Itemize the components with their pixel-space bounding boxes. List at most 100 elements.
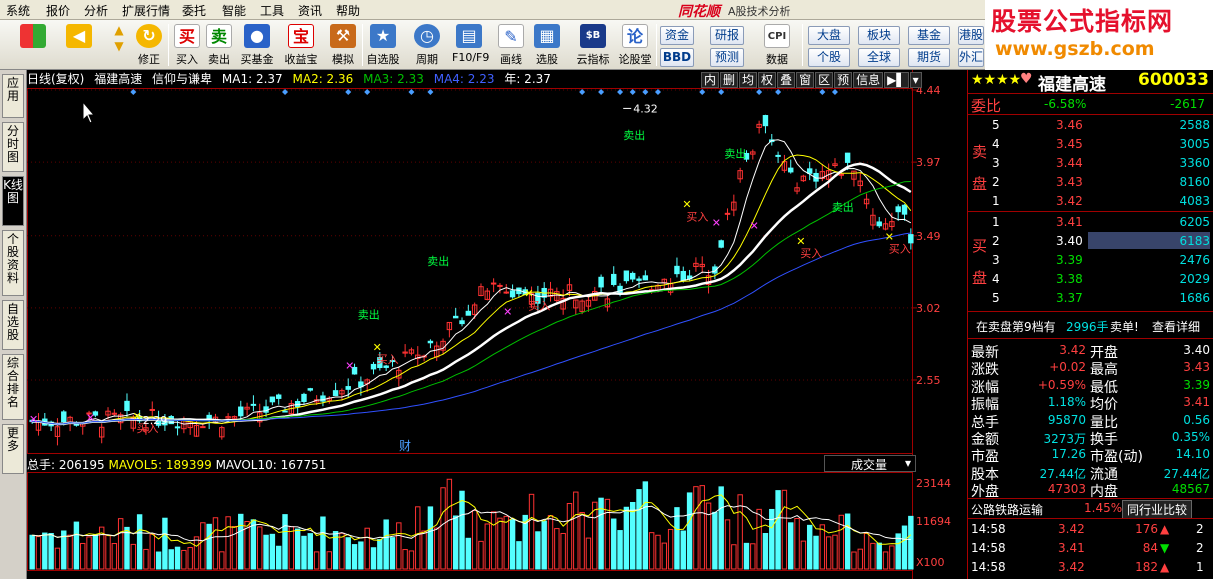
- volume-bar: [421, 530, 427, 570]
- tab-intraday[interactable]: 分时图: [2, 122, 24, 172]
- watchlist-label: 自选股: [366, 53, 400, 66]
- tab-apps[interactable]: 应用: [2, 74, 24, 118]
- event-diamond-icon: [699, 89, 706, 95]
- buy-button[interactable]: 买 买入: [170, 22, 204, 68]
- sell-button[interactable]: 卖 卖出: [202, 22, 236, 68]
- volume-bar: [358, 541, 364, 570]
- menu-tools[interactable]: 工具: [260, 2, 284, 19]
- market-button[interactable]: 大盘: [808, 26, 850, 45]
- volume-bar: [667, 528, 674, 570]
- stat-value: 3.42: [1059, 343, 1086, 357]
- tab-watchlist[interactable]: 自选股: [2, 300, 24, 350]
- volume-bar: [174, 546, 181, 570]
- menu-news[interactable]: 资讯: [298, 2, 322, 19]
- f10-button[interactable]: ▤ F10/F9: [452, 22, 489, 68]
- layout-button[interactable]: [16, 22, 50, 68]
- draw-line-button[interactable]: ✎ 画线: [494, 22, 528, 68]
- volume-bar: [67, 534, 73, 570]
- ctrl-rights[interactable]: 权: [758, 72, 777, 88]
- ctrl-info[interactable]: 信息: [853, 72, 884, 88]
- candle-body: [459, 320, 465, 325]
- menu-analysis[interactable]: 分析: [84, 2, 108, 19]
- industry-name[interactable]: 公路铁路运输: [971, 501, 1043, 518]
- up-down-button[interactable]: ▲ ▼: [102, 22, 136, 68]
- stock-picker-button[interactable]: ▦ 选股: [530, 22, 564, 68]
- stocks-button[interactable]: 个股: [808, 48, 850, 67]
- sector-button[interactable]: 板块: [858, 26, 900, 45]
- ctrl-expand-icon[interactable]: ▶▌: [884, 72, 909, 88]
- kline-canvas[interactable]: 4.443.973.493.022.552314411694X100卖出卖出卖出…: [27, 70, 967, 579]
- forum-label: 论股堂: [618, 53, 652, 66]
- year-label: 年: 2.37: [504, 72, 551, 86]
- yield-treasure-button[interactable]: 宝 收益宝: [284, 22, 318, 68]
- ask-volume: 8160: [1179, 175, 1210, 189]
- volume-bar: [870, 542, 876, 570]
- volume-bar: [882, 551, 889, 570]
- menu-trade[interactable]: 委托: [182, 2, 206, 19]
- menu-quote[interactable]: 报价: [46, 2, 70, 19]
- ctrl-forecast[interactable]: 预: [834, 72, 853, 88]
- bbd-button[interactable]: BBD: [660, 48, 694, 67]
- heart-icon[interactable]: ♥: [1020, 71, 1033, 87]
- period-button[interactable]: ◷ 周期: [410, 22, 444, 68]
- volume-indicator-select[interactable]: 成交量 ▾: [824, 455, 916, 472]
- tab-stock-profile[interactable]: 个股资料: [2, 230, 24, 296]
- stat-value: 3.43: [1183, 360, 1210, 375]
- volume-bar: [617, 530, 623, 570]
- banner-title: 股票公式指标网: [991, 7, 1174, 36]
- futures-button[interactable]: 期货: [908, 48, 950, 67]
- mavol10-label: MAVOL10: 167751: [215, 458, 327, 472]
- ask-level-number: 4: [992, 137, 1000, 151]
- hk-stock-button[interactable]: 港股: [958, 26, 984, 45]
- tab-ranking[interactable]: 综合排名: [2, 354, 24, 420]
- bid-volume: 2029: [1179, 272, 1210, 286]
- funds-button[interactable]: 资金: [660, 26, 694, 45]
- menu-system[interactable]: 系统: [6, 2, 30, 19]
- research-button[interactable]: 研报: [710, 26, 744, 45]
- magenta-marker-icon: ✕: [345, 359, 354, 372]
- ctrl-window[interactable]: 窗: [796, 72, 815, 88]
- volume-bar: [263, 534, 269, 570]
- industry-compare-button[interactable]: 同行业比较: [1122, 500, 1193, 519]
- watchlist-button[interactable]: ★ 自选股: [366, 22, 400, 68]
- ctrl-overlay[interactable]: 叠: [777, 72, 796, 88]
- forecast-button[interactable]: 预测: [710, 48, 744, 67]
- forum-button[interactable]: 论 论股堂: [618, 22, 652, 68]
- candle-body: [674, 265, 680, 275]
- volume-bar: [832, 534, 838, 570]
- candle-body: [238, 406, 244, 417]
- arrow-up-icon: ▲: [1160, 560, 1170, 574]
- fund-market-button[interactable]: 基金: [908, 26, 950, 45]
- menu-help[interactable]: 帮助: [336, 2, 360, 19]
- event-diamond-icon: [629, 89, 636, 95]
- fix-button[interactable]: ↻ 修正: [132, 22, 166, 68]
- menu-ext-market[interactable]: 扩展行情: [122, 2, 170, 19]
- ctrl-delete[interactable]: 删: [720, 72, 739, 88]
- ctrl-inner[interactable]: 内: [701, 72, 720, 88]
- forex-button[interactable]: 外汇: [958, 48, 984, 67]
- ctrl-average[interactable]: 均: [739, 72, 758, 88]
- candle-body: [895, 206, 901, 213]
- tab-more[interactable]: 更多: [2, 424, 24, 474]
- back-button[interactable]: ◀: [62, 22, 96, 68]
- detail-link[interactable]: 查看详细: [1152, 318, 1200, 335]
- ctrl-range[interactable]: 区: [815, 72, 834, 88]
- menu-smart[interactable]: 智能: [222, 2, 246, 19]
- data-button[interactable]: CPI 数据: [760, 22, 794, 68]
- ask-price: 3.42: [1056, 194, 1083, 208]
- kline-chart-panel[interactable]: 4.44 3.97 3.49 3.02 2.55 23144 11694 X100 卖出 卖出 卖出…: [27, 70, 967, 579]
- volume-bar: [490, 511, 497, 570]
- volume-axis-label: 23144: [916, 477, 951, 490]
- tab-kline[interactable]: K线图: [2, 176, 24, 226]
- volume-bar: [111, 543, 118, 570]
- simulate-button[interactable]: ⚒ 模拟: [326, 22, 360, 68]
- period-label: 周期: [416, 53, 438, 66]
- cloud-indicator-button[interactable]: $B 云指标: [576, 22, 610, 68]
- hammer-icon: ⚒: [330, 24, 356, 48]
- volume-bar: [705, 502, 712, 570]
- global-button[interactable]: 全球: [858, 48, 900, 67]
- buy-fund-button[interactable]: ● 买基金: [240, 22, 274, 68]
- arrow-down-icon: ▼: [1160, 541, 1170, 555]
- finance-event-label: 财: [399, 439, 411, 453]
- ctrl-dropdown-icon[interactable]: ▾: [909, 72, 922, 88]
